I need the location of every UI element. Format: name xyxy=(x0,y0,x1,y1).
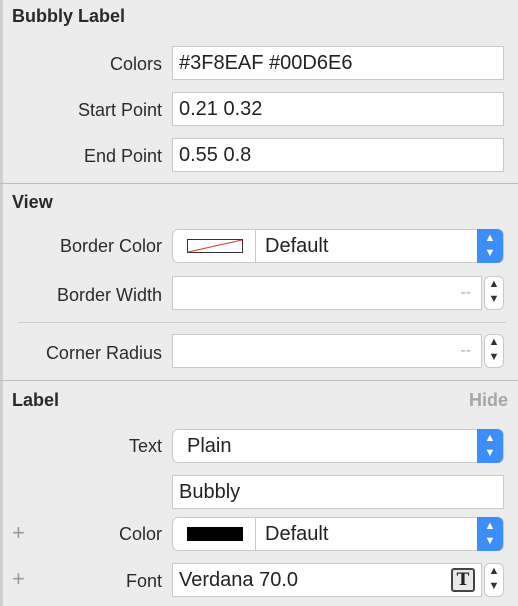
text-color-popup[interactable]: Default ▲ ▼ xyxy=(172,517,504,551)
end-point-field[interactable]: 0.55 0.8 xyxy=(172,138,504,172)
color-label: Color xyxy=(118,524,162,544)
colors-field[interactable]: #3F8EAF #00D6E6 xyxy=(172,46,504,80)
section-divider xyxy=(0,183,518,184)
border-color-label: Border Color xyxy=(59,236,162,256)
corner-radius-field[interactable]: -- xyxy=(172,334,482,368)
row-divider xyxy=(18,322,506,323)
font-field[interactable]: Verdana 70.0 T xyxy=(172,563,482,597)
section-title-view: View xyxy=(12,192,53,212)
no-color-swatch xyxy=(187,239,243,253)
text-type-popup[interactable]: Plain ▲ ▼ xyxy=(172,429,504,463)
text-type-value: Plain xyxy=(187,435,232,457)
up-down-chevron-icon[interactable]: ▲ ▼ xyxy=(477,429,503,463)
border-color-popup[interactable]: Default ▲ ▼ xyxy=(172,229,504,263)
section-divider xyxy=(0,380,518,381)
section-title-label: Label xyxy=(12,390,60,410)
font-t-icon[interactable]: T xyxy=(451,568,475,592)
font-label: Font xyxy=(125,571,162,591)
border-color-swatch-area[interactable] xyxy=(173,230,256,262)
start-point-field[interactable]: 0.21 0.32 xyxy=(172,92,504,126)
colors-label: Colors xyxy=(109,54,162,74)
panel-left-border xyxy=(0,0,3,606)
font-value: Verdana 70.0 xyxy=(179,569,298,591)
border-width-placeholder: -- xyxy=(460,284,471,301)
up-down-chevron-icon[interactable]: ▲ ▼ xyxy=(477,229,503,263)
text-color-value: Default xyxy=(265,523,329,545)
start-point-label: Start Point xyxy=(77,100,162,120)
text-label: Text xyxy=(128,436,162,456)
end-point-label: End Point xyxy=(83,146,162,166)
up-down-chevron-icon[interactable]: ▲ ▼ xyxy=(477,517,503,551)
border-width-stepper[interactable]: ▲ ▼ xyxy=(484,276,504,310)
text-content-field[interactable]: Bubbly xyxy=(172,475,504,509)
border-width-label: Border Width xyxy=(56,285,162,305)
black-swatch xyxy=(187,527,243,541)
corner-radius-label: Corner Radius xyxy=(45,343,162,363)
border-width-field[interactable]: -- xyxy=(172,276,482,310)
inspector-panel: Bubbly Label Colors #3F8EAF #00D6E6 Star… xyxy=(0,0,518,606)
font-size-stepper[interactable]: ▲ ▼ xyxy=(484,563,504,597)
corner-radius-placeholder: -- xyxy=(460,342,471,359)
border-color-value: Default xyxy=(265,235,329,257)
hide-button[interactable]: Hide xyxy=(469,390,508,411)
corner-radius-stepper[interactable]: ▲ ▼ xyxy=(484,334,504,368)
text-color-swatch-area[interactable] xyxy=(173,518,256,550)
section-title-bubbly-label: Bubbly Label xyxy=(12,6,126,26)
